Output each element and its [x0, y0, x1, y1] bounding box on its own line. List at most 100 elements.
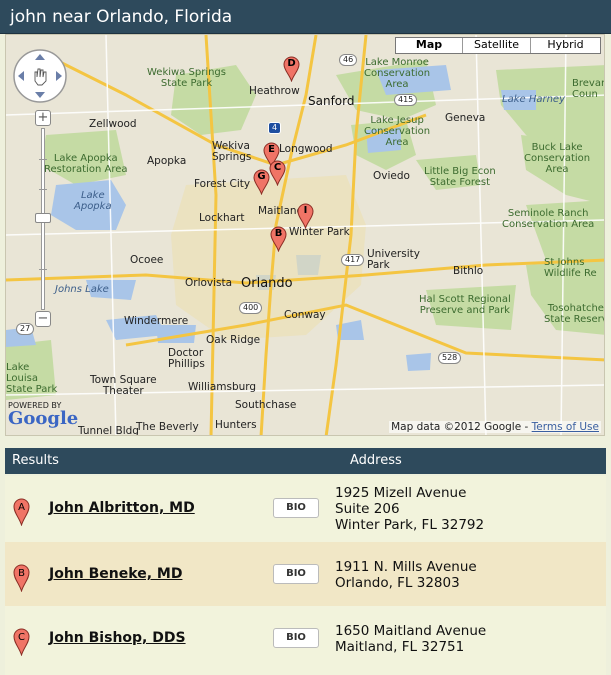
- map-marker-i[interactable]: I: [297, 203, 314, 230]
- address-column-header: Address: [350, 453, 402, 468]
- map-type-satellite-button[interactable]: Satellite: [462, 38, 530, 53]
- map-label-oviedo: Oviedo: [373, 170, 410, 182]
- map[interactable]: Map Satellite Hybrid + − Heathrow Sanfor…: [5, 34, 605, 436]
- result-marker-a-icon: A: [13, 498, 30, 526]
- map-label-conway: Conway: [284, 309, 326, 321]
- results-column-header: Results: [12, 453, 59, 468]
- map-label-longwood: Longwood: [279, 143, 333, 155]
- result-marker-c-icon: C: [13, 628, 30, 656]
- map-label-lake-monroe: Lake Monroe Conservation Area: [364, 57, 431, 90]
- map-label-geneva: Geneva: [445, 112, 486, 124]
- address-line: 1650 Maitland Avenue: [335, 623, 487, 639]
- map-label-ocoee: Ocoee: [130, 254, 164, 266]
- svg-text:C: C: [18, 632, 25, 643]
- page: john near Orlando, Florida Map Satellite…: [0, 0, 611, 675]
- map-type-hybrid-button[interactable]: Hybrid: [530, 38, 600, 53]
- result-row: B John Beneke, MD BIO 1911 N. Mills Aven…: [5, 542, 606, 606]
- google-logo[interactable]: POWERED BY Google: [8, 401, 78, 428]
- map-label-southchase: Southchase: [235, 399, 297, 411]
- address-line: 1925 Mizell Avenue: [335, 485, 467, 501]
- address-line: Orlando, FL 32803: [335, 575, 460, 591]
- map-type-map-button[interactable]: Map: [396, 38, 462, 53]
- map-label-apopka: Apopka: [147, 155, 187, 167]
- map-label-orlovista: Orlovista: [185, 277, 233, 289]
- bio-button[interactable]: BIO: [273, 628, 319, 648]
- map-label-lake-jesup: Lake Jesup Conservation Area: [364, 115, 431, 148]
- svg-text:A: A: [18, 502, 25, 513]
- map-label-johns-lake: Johns Lake: [55, 284, 109, 295]
- map-label-tunnel-bldg: Tunnel Bldg: [78, 425, 139, 436]
- results-header: Results Address: [5, 448, 606, 474]
- map-label-lake-apopka: Lake Apopka: [74, 190, 112, 212]
- map-label-doctor-phillips: Doctor Phillips: [168, 347, 205, 370]
- result-name-link[interactable]: John Bishop, DDS: [49, 630, 186, 646]
- map-type-control: Map Satellite Hybrid: [395, 37, 601, 54]
- map-label-tosohatchee: Tosohatchee State Reserve: [544, 303, 605, 325]
- google-wordmark: Google: [8, 408, 79, 429]
- map-label-wekiva-springs: Wekiva Springs: [212, 140, 252, 163]
- highway-shield-46: 46: [339, 54, 358, 66]
- result-address: 1650 Maitland Avenue Maitland, FL 32751: [335, 623, 486, 655]
- map-label-lake-louisa: Lake Louisa State Park: [6, 362, 58, 395]
- highway-shield-528: 528: [438, 352, 462, 364]
- result-row: A John Albritton, MD BIO 1925 Mizell Ave…: [5, 476, 606, 542]
- map-marker-g[interactable]: G: [253, 169, 270, 196]
- map-label-forest-city: Forest City: [194, 178, 251, 190]
- zoom-slider-handle[interactable]: [35, 213, 51, 223]
- address-line: 1911 N. Mills Avenue: [335, 559, 477, 575]
- map-label-university-park: University Park: [367, 248, 420, 271]
- map-label-town-square: Town Square Theater: [90, 374, 157, 397]
- map-label-seminole-ranch: Seminole Ranch Conservation Area: [502, 208, 595, 230]
- map-label-bithlo: Bithlo: [453, 265, 484, 277]
- map-label-lake-apopka-ra: Lake Apopka Restoration Area: [44, 153, 128, 175]
- map-label-hal-scott: Hal Scott Regional Preserve and Park: [419, 294, 511, 316]
- map-label-windermere: Windermere: [124, 315, 189, 327]
- map-label-oak-ridge: Oak Ridge: [206, 334, 261, 346]
- highway-shield-417: 417: [341, 254, 365, 266]
- svg-text:B: B: [18, 568, 25, 579]
- map-marker-d[interactable]: D: [283, 56, 300, 83]
- map-marker-letter: B: [274, 228, 283, 239]
- highway-shield-27: 27: [16, 323, 35, 335]
- map-label-heathrow: Heathrow: [249, 85, 300, 97]
- bio-button[interactable]: BIO: [273, 498, 319, 518]
- map-marker-c[interactable]: C: [269, 160, 286, 187]
- map-label-zellwood: Zellwood: [89, 118, 137, 130]
- map-label-st-johns: St Johns Wildlife Re: [544, 257, 597, 279]
- result-address: 1911 N. Mills Avenue Orlando, FL 32803: [335, 559, 477, 591]
- highway-shield-415: 415: [394, 94, 418, 106]
- map-label-orlando: Orlando: [241, 276, 293, 291]
- result-name-link[interactable]: John Beneke, MD: [49, 566, 182, 582]
- map-label-the-beverly: The Beverly: [136, 421, 199, 433]
- address-line: Suite 206: [335, 501, 400, 517]
- map-label-buck-lake: Buck Lake Conservation Area: [524, 142, 591, 175]
- map-data-credit: Map data ©2012 Google -: [391, 421, 532, 433]
- zoom-in-button[interactable]: +: [35, 110, 51, 126]
- pan-control[interactable]: [11, 47, 69, 105]
- terms-of-use-link[interactable]: Terms of Use: [532, 421, 599, 433]
- result-name-link[interactable]: John Albritton, MD: [49, 500, 195, 516]
- highway-shield-400: 400: [239, 302, 263, 314]
- pan-compass-icon: [13, 49, 67, 103]
- map-label-williamsburg: Williamsburg: [188, 381, 257, 393]
- result-address: 1925 Mizell Avenue Suite 206 Winter Park…: [335, 485, 484, 533]
- bio-button[interactable]: BIO: [273, 564, 319, 584]
- map-marker-b[interactable]: B: [270, 226, 287, 253]
- map-label-sanford: Sanford: [308, 94, 355, 108]
- map-label-hunters: Hunters: [215, 419, 257, 431]
- page-title: john near Orlando, Florida: [0, 0, 611, 34]
- map-label-lockhart: Lockhart: [199, 212, 245, 224]
- highway-shield-i4: 4: [268, 122, 282, 134]
- zoom-control: + −: [35, 110, 51, 330]
- map-label-little-big-econ: Little Big Econ State Forest: [424, 166, 496, 188]
- map-marker-letter: I: [303, 205, 308, 216]
- map-label-lake-harney: Lake Harney: [502, 94, 565, 105]
- map-credit: Map data ©2012 Google - Terms of Use: [389, 421, 601, 433]
- result-marker-b-icon: B: [13, 564, 30, 592]
- map-marker-letter: E: [268, 144, 275, 155]
- map-marker-letter: D: [287, 58, 296, 69]
- map-label-wekiwa-springs-sp: Wekiwa Springs State Park: [147, 67, 226, 89]
- map-label-brevard: Brevar Coun: [572, 78, 605, 100]
- map-marker-letter: C: [273, 162, 282, 173]
- zoom-out-button[interactable]: −: [35, 311, 51, 327]
